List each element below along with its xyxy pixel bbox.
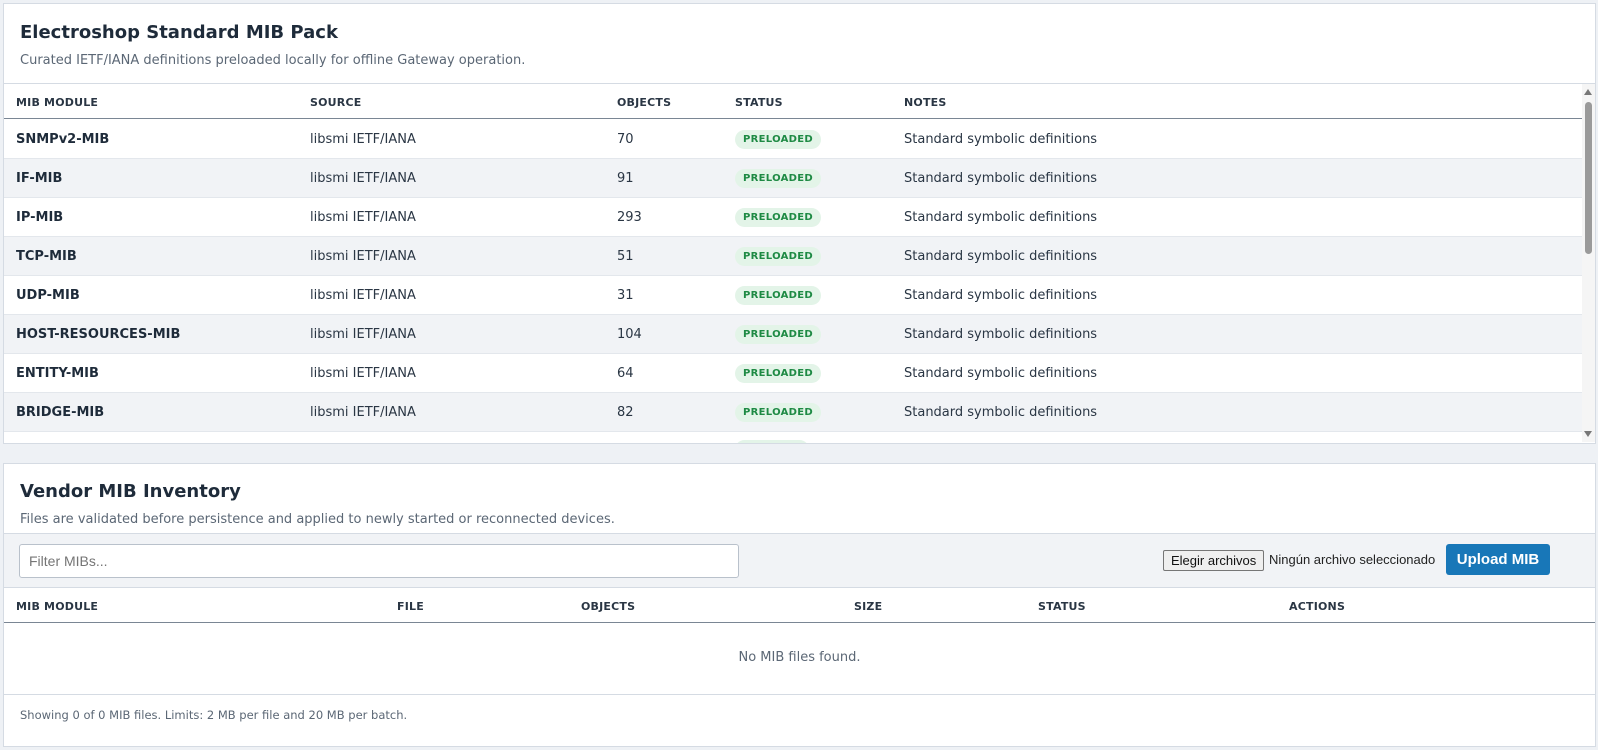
table-row[interactable]: SNMPv2-MIB libsmi IETF/IANA 70 PRELOADED… (4, 120, 1582, 159)
standard-mib-pack-panel: Electroshop Standard MIB Pack Curated IE… (3, 3, 1596, 444)
choose-files-button[interactable]: Elegir archivos (1163, 550, 1265, 571)
upload-mib-button[interactable]: Upload MIB (1446, 544, 1550, 575)
status-badge: PRELOADED (735, 169, 821, 188)
source-cell: libsmi IETF/IANA (310, 249, 416, 264)
file-selection-status: Ningún archivo seleccionado (1269, 552, 1436, 567)
notes-cell: Standard symbolic definitions (904, 288, 1098, 303)
mib-module-cell: SNMPv2-MIB (16, 132, 110, 147)
table-row[interactable]: TCP-MIB libsmi IETF/IANA 51 PRELOADED St… (4, 237, 1582, 276)
status-badge: PRELOADED (735, 247, 821, 266)
objects-cell: 64 (617, 366, 634, 381)
table-row[interactable]: HOST-RESOURCES-MIB libsmi IETF/IANA 104 … (4, 315, 1582, 354)
mib-module-cell: HOST-RESOURCES-MIB (16, 327, 181, 342)
source-cell: libsmi IETF/IANA (310, 288, 416, 303)
mib-module-cell: ENTITY-MIB (16, 366, 99, 381)
standard-panel-title: Electroshop Standard MIB Pack (20, 22, 338, 43)
source-cell: libsmi IETF/IANA (310, 171, 416, 186)
scroll-down-arrow-icon[interactable] (1584, 431, 1592, 437)
column-header-objects[interactable]: OBJECTS (617, 96, 671, 109)
status-badge: PRELOADED (735, 130, 821, 149)
standard-panel-subtitle: Curated IETF/IANA definitions preloaded … (20, 53, 526, 68)
column-header-objects[interactable]: OBJECTS (581, 600, 635, 613)
column-header-mib-module[interactable]: MIB MODULE (16, 600, 98, 613)
notes-cell: Standard symbolic definitions (904, 132, 1098, 147)
empty-message: No MIB files found. (738, 650, 861, 665)
column-header-status[interactable]: STATUS (1038, 600, 1086, 613)
objects-cell: 31 (617, 288, 634, 303)
mib-module-cell: IP-MIB (16, 210, 64, 225)
objects-cell: 293 (617, 210, 642, 225)
table-row[interactable]: IP-MIB libsmi IETF/IANA 293 PRELOADED St… (4, 198, 1582, 237)
notes-cell: Standard symbolic definitions (904, 366, 1098, 381)
scroll-up-arrow-icon[interactable] (1584, 89, 1592, 95)
vendor-panel-title: Vendor MIB Inventory (20, 481, 241, 502)
column-header-mib-module[interactable]: MIB MODULE (16, 96, 98, 109)
notes-cell: Standard symbolic definitions (904, 327, 1098, 342)
source-cell: libsmi IETF/IANA (310, 132, 416, 147)
table-row[interactable]: UDP-MIB libsmi IETF/IANA 31 PRELOADED St… (4, 276, 1582, 315)
mib-module-cell: UDP-MIB (16, 288, 80, 303)
mib-module-cell: IF-MIB (16, 171, 63, 186)
vendor-panel-subtitle: Files are validated before persistence a… (20, 512, 615, 527)
objects-cell: 91 (617, 171, 634, 186)
empty-table-row: No MIB files found. (4, 623, 1595, 695)
vendor-toolbar: Elegir archivos Ningún archivo seleccion… (4, 533, 1595, 588)
table-row[interactable] (4, 432, 1582, 443)
source-cell: libsmi IETF/IANA (310, 327, 416, 342)
status-badge: PRELOADED (735, 364, 821, 383)
objects-cell: 82 (617, 405, 634, 420)
objects-cell: 104 (617, 327, 642, 342)
scroll-thumb[interactable] (1585, 102, 1592, 254)
status-badge: PRELOADED (735, 403, 821, 422)
objects-cell: 70 (617, 132, 634, 147)
column-header-source[interactable]: SOURCE (310, 96, 361, 109)
notes-cell: Standard symbolic definitions (904, 210, 1098, 225)
mib-module-cell: BRIDGE-MIB (16, 405, 105, 420)
status-badge: PRELOADED (735, 208, 821, 227)
status-badge: PRELOADED (735, 325, 821, 344)
column-header-size[interactable]: SIZE (854, 600, 882, 613)
notes-cell: Standard symbolic definitions (904, 405, 1098, 420)
table-row[interactable]: ENTITY-MIB libsmi IETF/IANA 64 PRELOADED… (4, 354, 1582, 393)
column-header-status[interactable]: STATUS (735, 96, 783, 109)
table-scrollbar[interactable] (1582, 84, 1595, 442)
status-badge (735, 440, 809, 443)
notes-cell: Standard symbolic definitions (904, 249, 1098, 264)
source-cell: libsmi IETF/IANA (310, 210, 416, 225)
vendor-mib-inventory-panel: Vendor MIB Inventory Files are validated… (3, 463, 1596, 747)
source-cell: libsmi IETF/IANA (310, 405, 416, 420)
notes-cell: Standard symbolic definitions (904, 171, 1098, 186)
filter-mibs-input[interactable] (19, 544, 739, 578)
objects-cell: 51 (617, 249, 634, 264)
table-row[interactable]: IF-MIB libsmi IETF/IANA 91 PRELOADED Sta… (4, 159, 1582, 198)
inventory-footer-summary: Showing 0 of 0 MIB files. Limits: 2 MB p… (20, 708, 408, 722)
vendor-table-header: MIB MODULE FILE OBJECTS SIZE STATUS ACTI… (4, 588, 1595, 623)
status-badge: PRELOADED (735, 286, 821, 305)
column-header-file[interactable]: FILE (397, 600, 424, 613)
standard-mib-table: MIB MODULE SOURCE OBJECTS STATUS NOTES S… (4, 83, 1595, 443)
column-header-notes[interactable]: NOTES (904, 96, 947, 109)
mib-module-cell: TCP-MIB (16, 249, 77, 264)
source-cell: libsmi IETF/IANA (310, 366, 416, 381)
column-header-actions: ACTIONS (1289, 600, 1346, 613)
standard-table-header: MIB MODULE SOURCE OBJECTS STATUS NOTES (4, 84, 1582, 119)
table-row[interactable]: BRIDGE-MIB libsmi IETF/IANA 82 PRELOADED… (4, 393, 1582, 432)
